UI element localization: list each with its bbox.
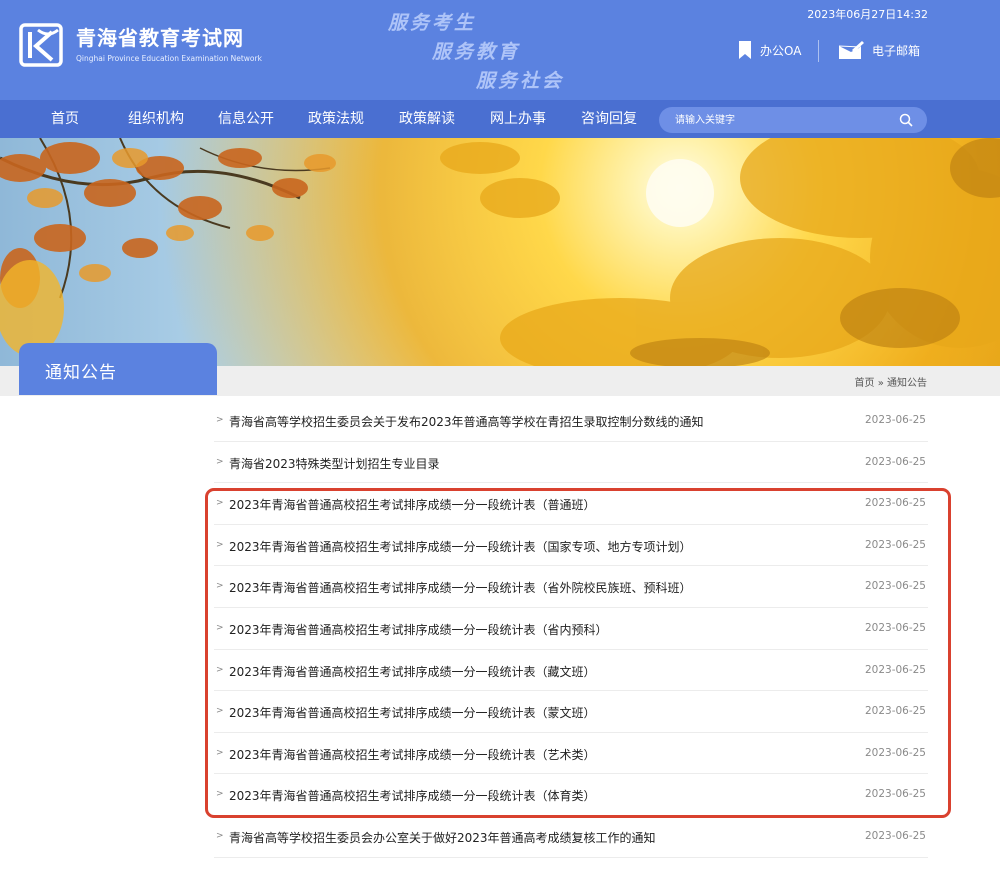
chevron-right-icon: > (216, 830, 224, 841)
slogan-3: 服务社会 (476, 70, 565, 92)
email-label: 电子邮箱 (872, 43, 921, 58)
notice-date: 2023-06-25 (864, 829, 926, 842)
notice-title[interactable]: 青海省高等学校招生委员会办公室关于做好2023年普通高考成绩复核工作的通知 (229, 829, 656, 846)
site-title[interactable]: 青海省教育考试网 (76, 22, 244, 51)
notice-title[interactable]: 2023年青海省普通高校招生考试排序成绩一分一段统计表（省内预科） (229, 621, 608, 638)
notice-date: 2023-06-25 (864, 705, 926, 718)
notice-title[interactable]: 2023年青海省普通高校招生考试排序成绩一分一段统计表（艺术类） (229, 746, 596, 763)
search-box (659, 107, 927, 133)
bookmark-icon (739, 41, 751, 59)
notice-date: 2023-06-25 (864, 497, 926, 510)
chevron-right-icon: > (216, 456, 224, 467)
email-link[interactable]: 电子邮箱 (838, 40, 920, 60)
banner-foliage (0, 138, 1000, 366)
office-oa-label: 办公OA (760, 43, 802, 58)
site-subtitle: Qinghai Province Education Examination N… (76, 54, 262, 63)
notice-list: > 青海省高等学校招生委员会关于发布2023年普通高等学校在青招生录取控制分数线的… (214, 400, 928, 858)
nav-home[interactable]: 首页 (36, 100, 94, 138)
header-divider (818, 40, 819, 62)
chevron-right-icon: > (216, 539, 224, 550)
list-item[interactable]: >2023年青海省普通高校招生考试排序成绩一分一段统计表（省外院校民族班、预科班… (214, 566, 928, 608)
chevron-right-icon: > (216, 622, 224, 633)
nav-consultation[interactable]: 咨询回复 (569, 100, 649, 138)
notice-date: 2023-06-25 (864, 621, 926, 634)
current-datetime: 2023年06月27日14:32 (807, 8, 928, 21)
section-title[interactable]: 通知公告 (19, 343, 217, 395)
breadcrumb[interactable]: 首页 » 通知公告 (855, 374, 927, 389)
chevron-right-icon: > (216, 789, 224, 800)
nav-online-services[interactable]: 网上办事 (478, 100, 558, 138)
notice-title[interactable]: 青海省高等学校招生委员会关于发布2023年普通高等学校在青招生录取控制分数线的通… (229, 413, 704, 430)
notice-title[interactable]: 青海省2023特殊类型计划招生专业目录 (229, 455, 440, 472)
notice-date: 2023-06-25 (864, 580, 926, 593)
list-item[interactable]: >2023年青海省普通高校招生考试排序成绩一分一段统计表（艺术类） 2023-06… (214, 733, 928, 775)
site-header: 青海省教育考试网 Qinghai Province Education Exam… (0, 0, 1000, 100)
nav-policy-interpretation[interactable]: 政策解读 (387, 100, 467, 138)
slogan-1: 服务考生 (388, 12, 477, 34)
chevron-right-icon: > (216, 706, 224, 717)
list-item[interactable]: > 青海省2023特殊类型计划招生专业目录 2023-06-25 (214, 442, 928, 484)
exam-logo-icon[interactable] (18, 22, 64, 68)
nav-info-disclosure[interactable]: 信息公开 (206, 100, 286, 138)
chevron-right-icon: > (216, 747, 224, 758)
notice-title[interactable]: 2023年青海省普通高校招生考试排序成绩一分一段统计表（体育类） (229, 787, 596, 804)
list-item[interactable]: >2023年青海省普通高校招生考试排序成绩一分一段统计表（藏文班） 2023-06… (214, 650, 928, 692)
notice-title[interactable]: 2023年青海省普通高校招生考试排序成绩一分一段统计表（普通班） (229, 496, 596, 513)
nav-policies[interactable]: 政策法规 (296, 100, 376, 138)
notice-date: 2023-06-25 (864, 788, 926, 801)
notice-title[interactable]: 2023年青海省普通高校招生考试排序成绩一分一段统计表（国家专项、地方专项计划） (229, 538, 692, 555)
notice-date: 2023-06-25 (864, 414, 926, 426)
chevron-right-icon: > (216, 581, 224, 592)
notice-date: 2023-06-25 (864, 538, 926, 551)
list-item[interactable]: >2023年青海省普通高校招生考试排序成绩一分一段统计表（省内预科） 2023-0… (214, 608, 928, 650)
search-input[interactable] (675, 107, 885, 133)
notice-date: 2023-06-25 (864, 455, 926, 468)
chevron-right-icon: > (216, 664, 224, 675)
notice-title[interactable]: 2023年青海省普通高校招生考试排序成绩一分一段统计表（省外院校民族班、预科班） (229, 579, 692, 596)
list-item[interactable]: >2023年青海省普通高校招生考试排序成绩一分一段统计表（国家专项、地方专项计划… (214, 525, 928, 567)
list-item[interactable]: >2023年青海省普通高校招生考试排序成绩一分一段统计表（蒙文班） 2023-06… (214, 691, 928, 733)
list-item[interactable]: >2023年青海省普通高校招生考试排序成绩一分一段统计表（普通班） 2023-06… (214, 483, 928, 525)
nav-organization[interactable]: 组织机构 (114, 100, 198, 138)
office-oa-link[interactable]: 办公OA (738, 40, 801, 60)
autumn-leaves-banner (0, 138, 1000, 366)
mail-pen-icon (838, 41, 864, 59)
chevron-right-icon: > (216, 498, 224, 509)
search-icon[interactable] (899, 113, 913, 127)
notice-date: 2023-06-25 (864, 746, 926, 759)
chevron-right-icon: > (216, 415, 224, 425)
slogan-2: 服务教育 (432, 41, 521, 63)
list-item[interactable]: > 青海省高等学校招生委员会办公室关于做好2023年普通高考成绩复核工作的通知 20… (214, 816, 928, 858)
notice-date: 2023-06-25 (864, 663, 926, 676)
notice-title[interactable]: 2023年青海省普通高校招生考试排序成绩一分一段统计表（蒙文班） (229, 704, 596, 721)
list-item[interactable]: >2023年青海省普通高校招生考试排序成绩一分一段统计表（体育类） 2023-06… (214, 774, 928, 816)
notice-title[interactable]: 2023年青海省普通高校招生考试排序成绩一分一段统计表（藏文班） (229, 663, 596, 680)
list-item[interactable]: > 青海省高等学校招生委员会关于发布2023年普通高等学校在青招生录取控制分数线的… (214, 400, 928, 442)
